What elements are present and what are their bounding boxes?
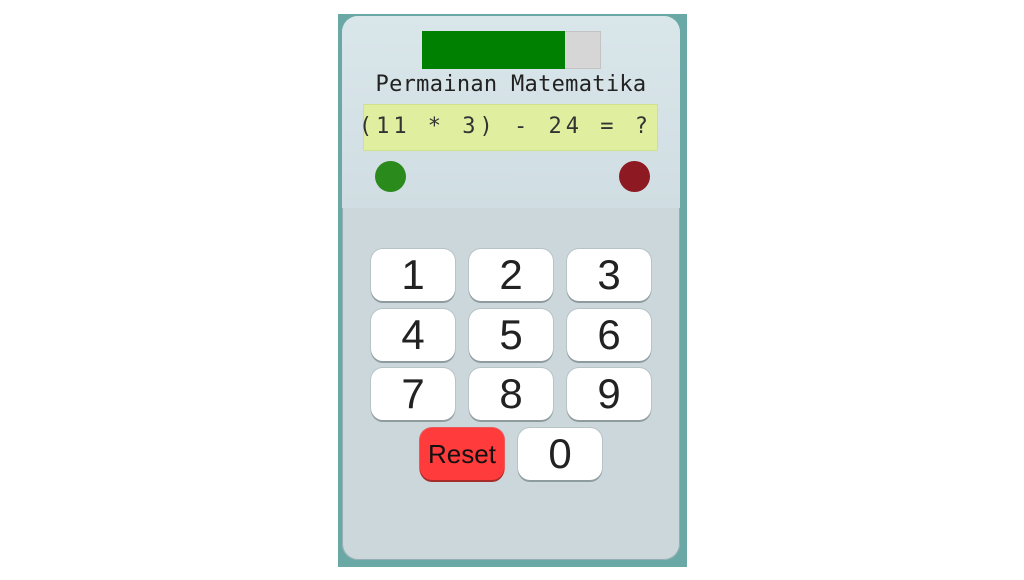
key-1-button[interactable]: 1 xyxy=(371,249,455,301)
calculator-device: Permainan Matematika (11 * 3) - 24 = ? 1… xyxy=(342,16,680,560)
key-8-button[interactable]: 8 xyxy=(469,368,553,420)
reset-button[interactable]: Reset xyxy=(420,428,504,480)
key-6-button[interactable]: 6 xyxy=(567,309,651,361)
keypad: 1 2 3 4 5 6 7 8 9 Reset 0 xyxy=(342,16,680,560)
key-4-button[interactable]: 4 xyxy=(371,309,455,361)
key-3-button[interactable]: 3 xyxy=(567,249,651,301)
key-9-button[interactable]: 9 xyxy=(567,368,651,420)
key-7-button[interactable]: 7 xyxy=(371,368,455,420)
key-0-button[interactable]: 0 xyxy=(518,428,602,480)
stage-background: Permainan Matematika (11 * 3) - 24 = ? 1… xyxy=(338,14,687,567)
key-2-button[interactable]: 2 xyxy=(469,249,553,301)
key-5-button[interactable]: 5 xyxy=(469,309,553,361)
